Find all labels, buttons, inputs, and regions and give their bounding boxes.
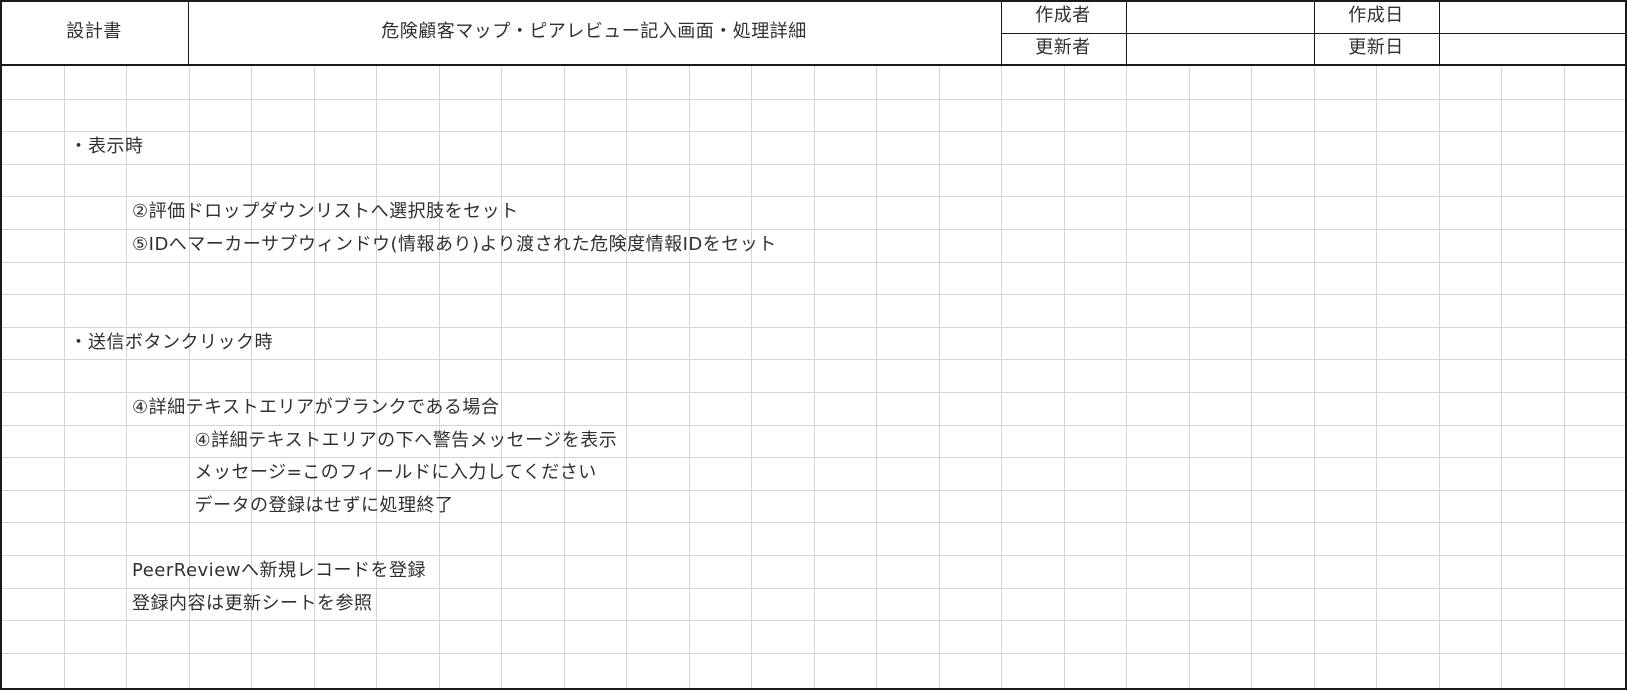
updated-date-label: 更新日 [1348,37,1404,58]
body-line: 登録内容は更新シートを参照 [132,592,373,614]
updated-date-value-cell[interactable] [1439,33,1626,65]
updated-by-label: 更新者 [1035,37,1091,58]
body-line: メッセージ=このフィールドに入力してください [194,462,597,484]
body-line: ④詳細テキストエリアがブランクである場合 [132,397,500,418]
body-line: ・表示時 [69,136,144,158]
body-line: ⑤IDへマーカーサブウィンドウ(情報あり)より渡された危険度情報IDをセット [132,234,777,255]
updated-by-value-cell[interactable] [1126,33,1314,65]
header-title: 危険顧客マップ・ピアレビュー記入画面・処理詳細 [381,21,807,42]
body-line: ④詳細テキストエリアの下へ警告メッセージを表示 [194,429,618,451]
spreadsheet-sheet: 設計書 危険顧客マップ・ピアレビュー記入画面・処理詳細 作成者 更新者 作成日 … [0,0,1627,690]
body-line: ②評価ドロップダウンリストへ選択肢をセット [132,201,519,223]
body-line: ・送信ボタンクリック時 [69,331,273,353]
body-line: PeerReviewへ新規レコードを登録 [132,560,426,581]
created-by-label: 作成者 [1035,5,1091,26]
body-line: データの登録はせずに処理終了 [194,494,454,516]
created-date-value-cell[interactable] [1439,1,1626,33]
created-date-label: 作成日 [1348,5,1404,26]
created-by-value-cell[interactable] [1126,1,1314,33]
header-doc-type: 設計書 [66,21,122,42]
